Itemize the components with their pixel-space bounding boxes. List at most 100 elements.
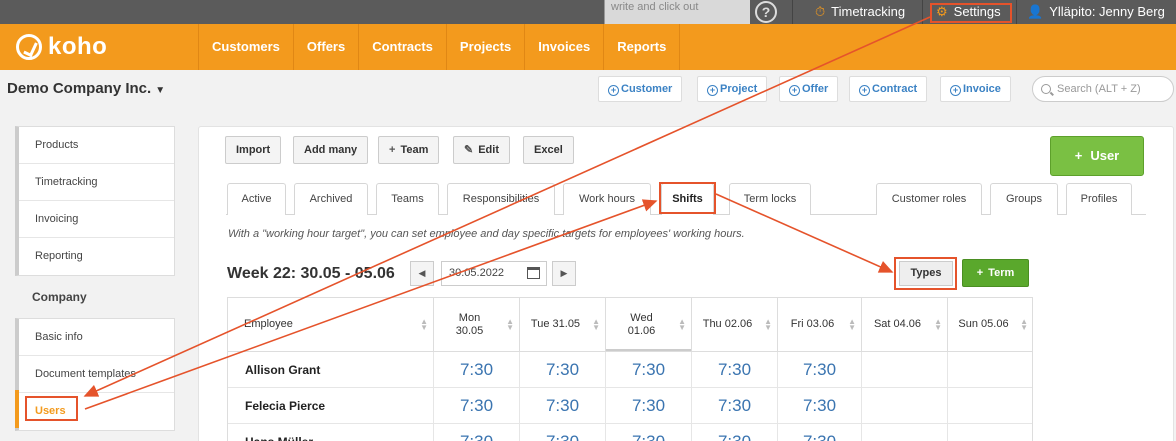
column-header-sun[interactable]: Sun 05.06 ▲ ▼ (948, 298, 1032, 352)
shift-hours-cell[interactable]: 7:30 (520, 388, 606, 424)
sort-icon[interactable]: ▲ ▼ (420, 318, 428, 332)
tab-profiles[interactable]: Profiles (1066, 183, 1132, 215)
sidebar-item-timetracking[interactable]: Timetracking (19, 164, 174, 201)
tab-archived[interactable]: Archived (294, 183, 368, 215)
calendar-icon[interactable] (527, 267, 540, 279)
column-header-fri[interactable]: Fri 03.06 ▲ ▼ (778, 298, 862, 352)
shift-hours-cell[interactable]: 7:30 (520, 352, 606, 388)
column-header-employee[interactable]: Employee ▲ ▼ (228, 298, 434, 352)
logo[interactable]: koho (16, 33, 107, 61)
sidebar-item-invoicing[interactable]: Invoicing (19, 201, 174, 238)
column-header-mon[interactable]: Mon 30.05 ▲ ▼ (434, 298, 520, 352)
table-row: Felecia Pierce 7:30 7:30 7:30 7:30 7:30 (228, 388, 1032, 424)
employee-name[interactable]: Felecia Pierce (228, 388, 434, 424)
employee-name[interactable]: Hans Müller (228, 424, 434, 441)
next-week-button[interactable]: ▶ (552, 261, 576, 286)
tab-active[interactable]: Active (227, 183, 286, 215)
date-field[interactable]: 30.05.2022 (441, 261, 547, 286)
tab-work-hours[interactable]: Work hours (563, 183, 651, 215)
shift-hours-cell[interactable] (948, 352, 1032, 388)
employee-name[interactable]: Allison Grant (228, 352, 434, 388)
sort-icon[interactable]: ▲ ▼ (764, 318, 772, 332)
header-label: Thu 02.06 (702, 318, 753, 330)
shift-hours-cell[interactable]: 7:30 (692, 352, 778, 388)
sidebar-heading-company: Company (32, 290, 87, 304)
sidebar-item-document-templates[interactable]: Document templates (19, 356, 174, 393)
nav-item-customers[interactable]: Customers (199, 24, 294, 70)
add-team-button[interactable]: + Team (378, 136, 440, 164)
tab-term-locks[interactable]: Term locks (729, 183, 811, 215)
column-header-tue[interactable]: Tue 31.05 ▲ ▼ (520, 298, 606, 352)
person-icon: 👤 (1027, 4, 1044, 19)
shifts-highlight (659, 182, 716, 214)
quick-note-input[interactable]: write and click out (604, 0, 750, 24)
user-name: Ylläpito: Jenny Berg (1049, 4, 1165, 19)
edit-button[interactable]: ✎ Edit (453, 136, 510, 164)
shift-hours-cell[interactable]: 7:30 (606, 352, 692, 388)
sort-icon[interactable]: ▲ ▼ (506, 318, 514, 332)
sidebar-item-reporting[interactable]: Reporting (19, 238, 174, 275)
active-indicator (15, 390, 19, 428)
column-header-wed[interactable]: Wed 01.06 ▲ ▼ (606, 298, 692, 352)
shift-hours-cell[interactable]: 7:30 (434, 424, 520, 441)
search-input[interactable]: Search (ALT + Z) (1032, 76, 1174, 102)
plus-icon: + (789, 85, 800, 96)
prev-week-button[interactable]: ◀ (410, 261, 434, 286)
shift-hours-cell[interactable]: 7:30 (606, 424, 692, 441)
timetracking-link[interactable]: ⏱ Timetracking (815, 0, 905, 24)
user-menu[interactable]: 👤 Ylläpito: Jenny Berg (1027, 0, 1165, 24)
shift-hours-cell[interactable]: 7:30 (434, 352, 520, 388)
shift-hours-cell[interactable]: 7:30 (778, 424, 862, 441)
sort-icon[interactable]: ▲ ▼ (1020, 318, 1028, 332)
shift-hours-cell[interactable]: 7:30 (606, 388, 692, 424)
help-icon[interactable]: ? (755, 1, 777, 23)
shift-hours-cell[interactable] (862, 424, 948, 441)
add-many-button[interactable]: Add many (293, 136, 369, 164)
add-invoice-button[interactable]: + Invoice (940, 76, 1011, 102)
sort-icon[interactable]: ▲ ▼ (592, 318, 600, 332)
nav-item-projects[interactable]: Projects (447, 24, 526, 70)
logo-icon (16, 34, 42, 60)
column-header-thu[interactable]: Thu 02.06 ▲ ▼ (692, 298, 778, 352)
sort-icon[interactable]: ▲ ▼ (934, 318, 942, 332)
shift-hours-cell[interactable]: 7:30 (778, 352, 862, 388)
shift-hours-cell[interactable]: 7:30 (434, 388, 520, 424)
sidebar-item-products[interactable]: Products (19, 127, 174, 164)
tab-responsibilities[interactable]: Responsibilities (447, 183, 555, 215)
shift-hours-cell[interactable]: 7:30 (778, 388, 862, 424)
company-selector[interactable]: Demo Company Inc. ▼ (7, 80, 165, 97)
add-customer-label: Customer (621, 83, 673, 95)
table-row: Hans Müller7:307:307:307:307:30 (228, 424, 1032, 441)
tab-teams[interactable]: Teams (376, 183, 439, 215)
nav-item-contracts[interactable]: Contracts (359, 24, 447, 70)
add-offer-button[interactable]: + Offer (779, 76, 839, 102)
sidebar-item-basic-info[interactable]: Basic info (19, 319, 174, 356)
add-offer-label: Offer (802, 83, 829, 95)
divider (792, 0, 793, 24)
excel-button[interactable]: Excel (523, 136, 574, 164)
tab-customer-roles[interactable]: Customer roles (876, 183, 982, 215)
header-label: Mon 30.05 (455, 311, 484, 337)
sort-icon[interactable]: ▲ ▼ (848, 318, 856, 332)
nav-item-invoices[interactable]: Invoices (525, 24, 605, 70)
nav-item-reports[interactable]: Reports (604, 24, 681, 70)
sort-icon[interactable]: ▲ ▼ (678, 318, 686, 332)
add-project-button[interactable]: + Project (697, 76, 768, 102)
shift-hours-cell[interactable] (862, 388, 948, 424)
nav-item-offers[interactable]: Offers (294, 24, 360, 70)
shift-hours-cell[interactable] (948, 388, 1032, 424)
shift-hours-cell[interactable]: 7:30 (520, 424, 606, 441)
shift-hours-cell[interactable]: 7:30 (692, 424, 778, 441)
import-button[interactable]: Import (225, 136, 282, 164)
add-term-button[interactable]: + Term (962, 259, 1029, 287)
header-label: Employee (244, 318, 293, 330)
tab-groups[interactable]: Groups (990, 183, 1058, 215)
shift-hours-cell[interactable] (862, 352, 948, 388)
column-header-sat[interactable]: Sat 04.06 ▲ ▼ (862, 298, 948, 352)
term-label: Term (988, 267, 1015, 279)
shift-hours-cell[interactable]: 7:30 (692, 388, 778, 424)
add-user-button[interactable]: + User (1050, 136, 1144, 176)
add-contract-button[interactable]: + Contract (849, 76, 928, 102)
add-customer-button[interactable]: + Customer (598, 76, 683, 102)
shift-hours-cell[interactable] (948, 424, 1032, 441)
